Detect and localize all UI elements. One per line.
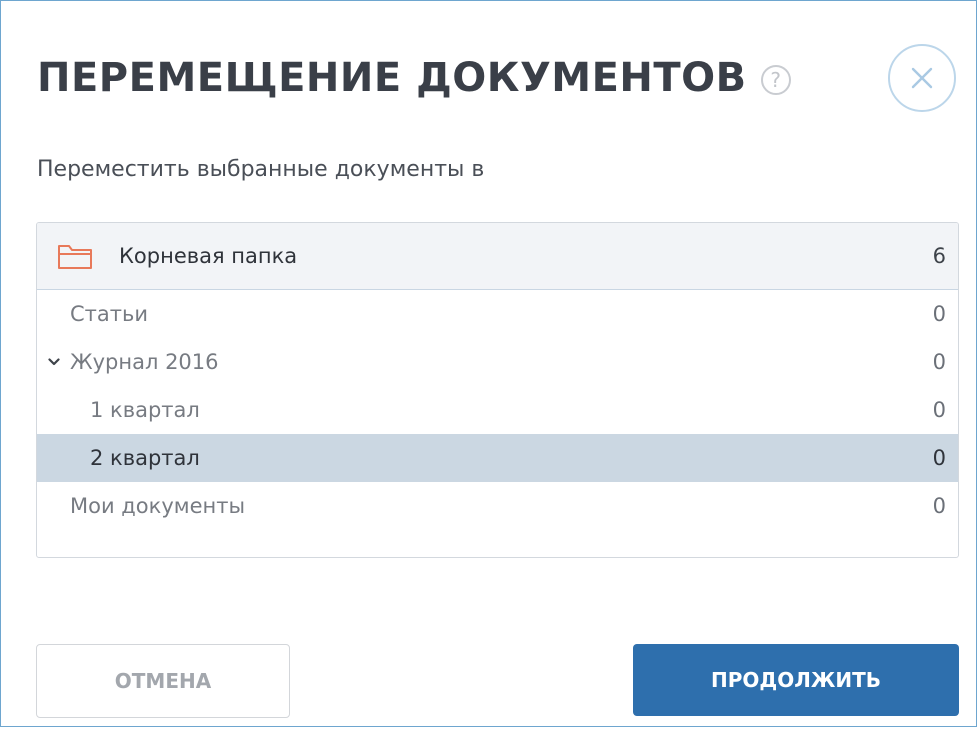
tree-item-label: Мои документы (70, 494, 246, 518)
tree-item-moi-dokumenty[interactable]: Мои документы 0 (37, 482, 958, 530)
help-icon[interactable]: ? (760, 65, 791, 95)
tree-item-stati[interactable]: Статьи 0 (37, 290, 958, 338)
tree-item-label: Журнал 2016 (70, 350, 219, 374)
dialog-title: ПЕРЕМЕЩЕНИЕ ДОКУМЕНТОВ (37, 55, 747, 101)
tree-item-label: 1 квартал (90, 398, 200, 422)
tree-item-label: Статьи (70, 302, 149, 326)
tree-item-count: 0 (932, 302, 946, 326)
tree-item-label: 2 квартал (90, 446, 200, 470)
tree-item-count: 0 (932, 494, 946, 518)
move-documents-dialog: ПЕРЕМЕЩЕНИЕ ДОКУМЕНТОВ ? Переместить выб… (0, 0, 977, 727)
tree-root-folder[interactable]: Корневая папка 6 (37, 223, 958, 290)
tree-item-zhurnal-2016[interactable]: Журнал 2016 0 (37, 338, 958, 386)
tree-item-1-kvartal[interactable]: 1 квартал 0 (37, 386, 958, 434)
tree-item-2-kvartal[interactable]: 2 квартал 0 (37, 434, 958, 482)
help-glyph: ? (770, 68, 781, 92)
dialog-header: ПЕРЕМЕЩЕНИЕ ДОКУМЕНТОВ ? (37, 43, 791, 113)
tree-root-count: 6 (932, 244, 946, 268)
continue-button[interactable]: ПРОДОЛЖИТЬ (633, 644, 959, 716)
dialog-subtitle: Переместить выбранные документы в (37, 157, 485, 182)
close-button[interactable] (888, 44, 956, 112)
close-icon (911, 67, 933, 89)
chevron-down-icon[interactable] (48, 352, 70, 372)
cancel-button[interactable]: ОТМЕНА (36, 644, 290, 718)
folder-icon (57, 242, 93, 270)
tree-item-count: 0 (932, 398, 946, 422)
tree-item-count: 0 (932, 446, 946, 470)
folder-tree: Корневая папка 6 Статьи 0 Журнал 2016 0 … (36, 222, 959, 558)
tree-root-label: Корневая папка (119, 244, 298, 268)
tree-item-count: 0 (932, 350, 946, 374)
